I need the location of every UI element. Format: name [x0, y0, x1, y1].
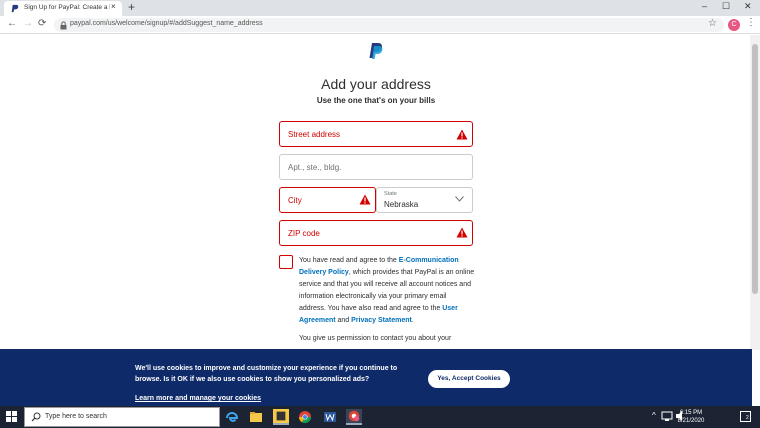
manage-cookies-link-wrap: Learn more and manage your cookies	[135, 387, 261, 405]
close-window-button[interactable]: ✕	[744, 1, 752, 12]
search-icon	[31, 412, 41, 422]
accept-cookies-button[interactable]: Yes, Accept Cookies	[428, 370, 510, 388]
word-icon[interactable]	[322, 409, 338, 425]
bookmark-star-icon[interactable]: ☆	[708, 18, 717, 29]
page-subtitle: Use the one that's on your bills	[316, 96, 436, 105]
reload-button[interactable]: ⟳	[38, 18, 46, 29]
cookie-banner: We'll use cookies to improve and customi…	[0, 349, 752, 406]
windows-start-icon[interactable]	[6, 411, 17, 422]
sticky-notes-icon[interactable]	[273, 409, 289, 425]
state-select[interactable]: State Nebraska	[376, 187, 473, 213]
tab-bar: Sign Up for PayPal: Create a Busi × + – …	[0, 0, 760, 16]
chevron-down-icon	[455, 196, 464, 202]
chrome-profile-icon[interactable]	[346, 409, 362, 425]
city-field[interactable]: City	[279, 187, 376, 213]
edge-icon[interactable]	[224, 409, 240, 425]
browser-toolbar: ← → ⟳ paypal.com/us/welcome/signup/#/add…	[0, 16, 760, 34]
file-explorer-icon[interactable]	[248, 409, 264, 425]
notifications-icon[interactable]: 2	[740, 411, 751, 422]
agreement-text-part: .	[411, 316, 414, 324]
profile-avatar[interactable]: C	[728, 19, 740, 31]
apt-field[interactable]: Apt., ste., bldg.	[279, 154, 473, 180]
warning-icon	[456, 227, 468, 238]
clock-date: 8/21/2020	[677, 418, 705, 424]
lock-icon	[60, 21, 67, 30]
maximize-button[interactable]: ☐	[722, 1, 730, 12]
privacy-statement-link[interactable]: Privacy Statement	[351, 317, 412, 324]
warning-icon	[456, 129, 468, 140]
state-value: Nebraska	[384, 200, 419, 209]
taskbar-search-placeholder: Type here to search	[45, 413, 107, 420]
new-tab-button[interactable]: +	[128, 0, 135, 14]
contact-permission-text: You give us permission to contact you ab…	[299, 335, 452, 342]
agreement-text-part: You have read and agree to the	[299, 257, 399, 264]
back-button[interactable]: ←	[7, 18, 17, 29]
cookie-message: We'll use cookies to improve and customi…	[135, 365, 398, 383]
url-text: paypal.com/us/welcome/signup/#/addSugges…	[70, 20, 263, 27]
apt-placeholder: Apt., ste., bldg.	[288, 163, 342, 172]
manage-cookies-link[interactable]: Learn more and manage your cookies	[135, 395, 261, 402]
paypal-logo-icon	[369, 43, 383, 59]
clock-time: 6:15 PM	[679, 410, 703, 416]
city-placeholder: City	[288, 196, 302, 205]
task-view-icon[interactable]	[198, 409, 214, 425]
street-address-field[interactable]: Street address	[279, 121, 473, 147]
agreement-text-part: and	[335, 316, 352, 324]
tab-title: Sign Up for PayPal: Create a Busi	[24, 4, 110, 11]
state-label: State	[384, 191, 397, 197]
minimize-button[interactable]: –	[702, 1, 707, 11]
paypal-favicon-icon	[11, 4, 19, 13]
agreement-text: You have read and agree to the E-Communi…	[299, 255, 475, 326]
browser-tab[interactable]: Sign Up for PayPal: Create a Busi ×	[4, 1, 122, 16]
notification-count: 2	[746, 415, 749, 421]
chrome-icon[interactable]	[297, 409, 313, 425]
zip-code-placeholder: ZIP code	[288, 229, 320, 238]
zip-code-field[interactable]: ZIP code	[279, 220, 473, 246]
forward-button[interactable]: →	[23, 18, 33, 29]
tray-expand-icon[interactable]: ^	[652, 411, 656, 420]
warning-icon	[359, 194, 371, 205]
street-address-placeholder: Street address	[288, 130, 341, 139]
page-title: Add your address	[321, 76, 431, 92]
agreement-checkbox[interactable]	[279, 255, 293, 269]
taskbar-search-box[interactable]: Type here to search	[24, 407, 220, 427]
address-bar[interactable]: paypal.com/us/welcome/signup/#/addSugges…	[54, 18, 724, 32]
tab-close-icon[interactable]: ×	[111, 2, 116, 11]
scrollbar-thumb[interactable]	[752, 44, 758, 294]
windows-taskbar: Type here to search ^ 6:15 PM 8/21/2020 …	[0, 406, 760, 428]
browser-menu-icon[interactable]: ⋮	[746, 17, 756, 28]
taskbar-clock[interactable]: 6:15 PM 8/21/2020	[671, 409, 711, 425]
